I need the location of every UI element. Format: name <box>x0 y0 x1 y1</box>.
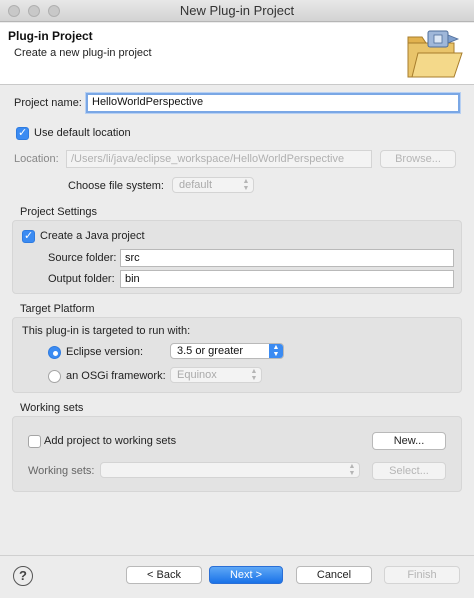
osgi-framework-radio[interactable] <box>48 370 61 383</box>
location-label: Location: <box>14 153 59 165</box>
working-sets-group <box>12 416 462 492</box>
window-title: New Plug-in Project <box>179 3 295 18</box>
working-sets-select[interactable]: ▲ ▼ <box>100 462 360 478</box>
file-system-select[interactable]: default ▲ ▼ <box>172 177 254 193</box>
eclipse-version-select[interactable]: 3.5 or greater ▲ ▼ <box>170 343 284 359</box>
working-sets-title: Working sets <box>20 402 84 414</box>
new-working-set-button[interactable]: New... <box>372 432 446 450</box>
add-to-working-sets-label: Add project to working sets <box>44 435 177 447</box>
project-name-input[interactable]: HelloWorldPerspective <box>86 93 460 113</box>
target-intro-label: This plug-in is targeted to run with: <box>22 325 191 337</box>
updown-arrows-icon: ▲ ▼ <box>242 178 250 192</box>
plugin-folder-icon <box>407 30 463 78</box>
wizard-header: Plug-in Project Create a new plug-in pro… <box>0 23 474 85</box>
create-java-project-checkbox[interactable] <box>22 229 35 243</box>
browse-button[interactable]: Browse... <box>380 150 456 168</box>
select-working-sets-button[interactable]: Select... <box>372 462 446 480</box>
file-system-value: default <box>179 179 213 191</box>
output-folder-input[interactable]: bin <box>120 270 454 288</box>
eclipse-version-value: 3.5 or greater <box>177 345 244 357</box>
source-folder-label: Source folder: <box>48 252 117 264</box>
file-system-label: Choose file system: <box>68 180 164 192</box>
updown-arrows-icon: ▲ ▼ <box>269 344 283 358</box>
updown-arrows-icon: ▲ ▼ <box>348 463 356 477</box>
output-folder-label: Output folder: <box>48 273 115 285</box>
footer-divider <box>0 555 474 556</box>
location-input[interactable]: /Users/li/java/eclipse_workspace/HelloWo… <box>66 150 372 168</box>
project-settings-title: Project Settings <box>20 206 98 218</box>
use-default-location-label: Use default location <box>34 127 131 139</box>
cancel-button[interactable]: Cancel <box>296 566 372 584</box>
create-java-project-label: Create a Java project <box>40 230 145 242</box>
working-sets-label: Working sets: <box>28 465 95 477</box>
eclipse-version-label: Eclipse version: <box>66 346 144 358</box>
osgi-framework-value: Equinox <box>177 369 217 381</box>
back-button[interactable]: < Back <box>126 566 202 584</box>
page-subtitle: Create a new plug-in project <box>14 47 152 59</box>
source-folder-input[interactable]: src <box>120 249 454 267</box>
finish-button[interactable]: Finish <box>384 566 460 584</box>
page-title: Plug-in Project <box>8 29 93 43</box>
osgi-framework-select[interactable]: Equinox ▲ ▼ <box>170 367 262 383</box>
eclipse-version-radio[interactable] <box>48 346 61 359</box>
target-platform-title: Target Platform <box>20 303 95 315</box>
updown-arrows-icon: ▲ ▼ <box>250 368 258 382</box>
add-to-working-sets-checkbox[interactable] <box>28 435 41 448</box>
project-name-label: Project name: <box>14 97 82 109</box>
title-bar: New Plug-in Project <box>0 0 474 22</box>
use-default-location-checkbox[interactable] <box>16 126 29 140</box>
osgi-framework-label: an OSGi framework: <box>66 370 166 382</box>
help-icon[interactable]: ? <box>13 566 33 586</box>
next-button[interactable]: Next > <box>209 566 283 584</box>
